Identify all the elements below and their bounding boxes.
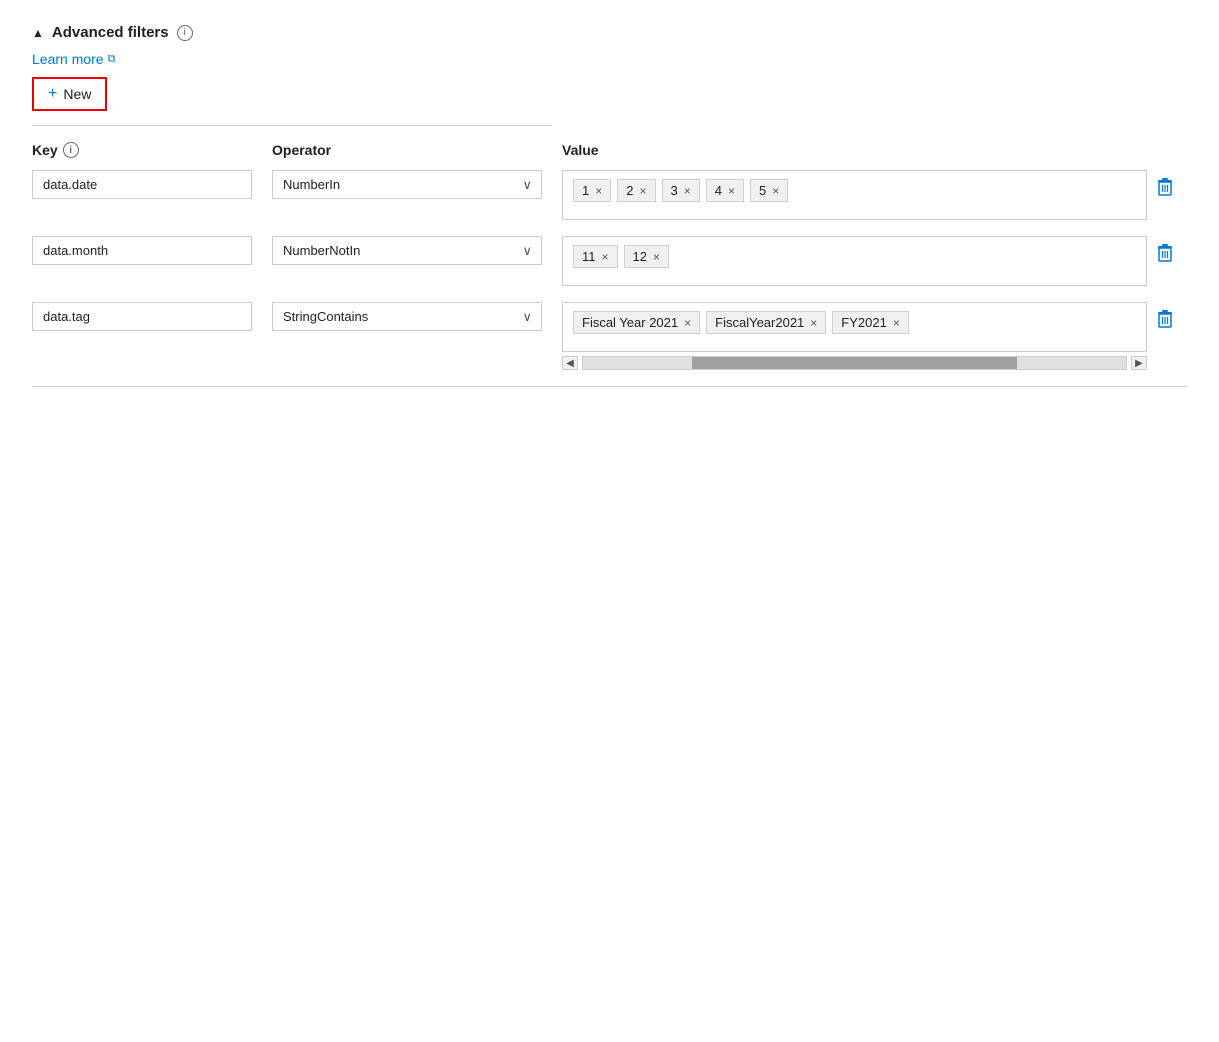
filter-key-col-1 <box>32 236 272 265</box>
value-tag-0-4: 5× <box>750 179 788 202</box>
value-tag-text-2-2: FY2021 <box>841 315 887 330</box>
delete-col-0 <box>1147 170 1187 203</box>
value-tag-close-1-1[interactable]: × <box>653 251 660 263</box>
filter-row-0: NumberInNumberNotInStringContainsStringN… <box>32 170 1187 220</box>
learn-more-label: Learn more <box>32 51 104 67</box>
filter-key-col-2 <box>32 302 272 331</box>
value-tag-1-1: 12 × <box>624 245 669 268</box>
key-header-label: Key <box>32 142 58 158</box>
filter-value-box-1: 11 × 12 × <box>562 236 1147 286</box>
learn-more-link[interactable]: Learn more ⧉ <box>32 51 115 67</box>
value-tag-0-1: 2× <box>617 179 655 202</box>
delete-filter-button-1[interactable] <box>1155 242 1175 269</box>
operator-column-header: Operator <box>272 142 562 158</box>
filter-operator-select-0[interactable]: NumberInNumberNotInStringContainsStringN… <box>272 170 542 199</box>
value-tag-close-2-0[interactable]: × <box>684 317 691 329</box>
value-tag-text-1-1: 12 <box>633 249 647 264</box>
value-tag-text-0-3: 4 <box>715 183 722 198</box>
scrollbar-row-2: ◀ ▶ <box>562 356 1147 370</box>
delete-col-2 <box>1147 302 1187 335</box>
filter-value-col-0: 1×2×3×4×5× <box>562 170 1147 220</box>
panel-title: Advanced filters <box>52 24 169 41</box>
filter-key-col-0 <box>32 170 272 199</box>
scrollbar-track[interactable] <box>582 356 1127 370</box>
filter-operator-select-2[interactable]: NumberInNumberNotInStringContainsStringN… <box>272 302 542 331</box>
value-tag-close-1-0[interactable]: × <box>602 251 609 263</box>
filter-key-input-2[interactable] <box>32 302 252 331</box>
filter-operator-col-0: NumberInNumberNotInStringContainsStringN… <box>272 170 562 199</box>
value-tag-close-0-2[interactable]: × <box>684 185 691 197</box>
value-tag-2-2: FY2021 × <box>832 311 909 334</box>
scroll-left-btn[interactable]: ◀ <box>562 356 578 370</box>
value-tag-1-0: 11 × <box>573 245 618 268</box>
filter-value-box-2: Fiscal Year 2021 × FiscalYear2021 × FY2021 × <box>562 302 1147 352</box>
value-tag-2-0: Fiscal Year 2021 × <box>573 311 700 334</box>
filter-key-input-0[interactable] <box>32 170 252 199</box>
info-icon[interactable]: i <box>177 25 193 41</box>
value-tag-text-0-4: 5 <box>759 183 766 198</box>
filter-operator-select-1[interactable]: NumberInNumberNotInStringContainsStringN… <box>272 236 542 265</box>
external-link-icon: ⧉ <box>108 53 116 66</box>
bottom-divider <box>32 386 1187 387</box>
filters-container: NumberInNumberNotInStringContainsStringN… <box>32 170 1187 370</box>
value-tag-0-0: 1× <box>573 179 611 202</box>
value-tag-text-0-0: 1 <box>582 183 589 198</box>
value-tag-0-2: 3× <box>662 179 700 202</box>
advanced-filters-header: ▲ Advanced filters i <box>32 24 1187 41</box>
filter-row-2: NumberInNumberNotInStringContainsStringN… <box>32 302 1187 370</box>
filter-value-box-0: 1×2×3×4×5× <box>562 170 1147 220</box>
learn-more-row: Learn more ⧉ <box>32 51 1187 67</box>
delete-filter-button-2[interactable] <box>1155 308 1175 335</box>
delete-col-1 <box>1147 236 1187 269</box>
key-info-icon[interactable]: i <box>63 142 79 158</box>
scrollbar-thumb <box>692 357 1018 369</box>
filter-value-col-2: Fiscal Year 2021×FiscalYear2021×FY2021× … <box>562 302 1147 370</box>
filter-key-input-1[interactable] <box>32 236 252 265</box>
value-column-header: Value <box>562 142 1147 158</box>
filter-value-col-1: 11 × 12 × <box>562 236 1147 286</box>
value-tag-close-0-0[interactable]: × <box>595 185 602 197</box>
value-tag-close-0-1[interactable]: × <box>639 185 646 197</box>
collapse-arrow-icon[interactable]: ▲ <box>32 26 44 40</box>
delete-filter-button-0[interactable] <box>1155 176 1175 203</box>
value-tag-text-0-2: 3 <box>671 183 678 198</box>
value-tag-text-2-0: Fiscal Year 2021 <box>582 315 678 330</box>
filter-row-1: NumberInNumberNotInStringContainsStringN… <box>32 236 1187 286</box>
value-tag-2-1: FiscalYear2021 × <box>706 311 826 334</box>
value-tag-text-0-1: 2 <box>626 183 633 198</box>
scroll-right-btn[interactable]: ▶ <box>1131 356 1147 370</box>
value-tag-close-0-4[interactable]: × <box>772 185 779 197</box>
filter-operator-col-1: NumberInNumberNotInStringContainsStringN… <box>272 236 562 265</box>
value-tag-close-2-1[interactable]: × <box>810 317 817 329</box>
value-tag-close-2-2[interactable]: × <box>893 317 900 329</box>
filter-operator-col-2: NumberInNumberNotInStringContainsStringN… <box>272 302 562 331</box>
new-button-label: New <box>63 86 91 102</box>
key-column-header: Key i <box>32 142 272 158</box>
header-divider <box>32 125 552 126</box>
value-tag-0-3: 4× <box>706 179 744 202</box>
column-headers: Key i Operator Value <box>32 142 1187 158</box>
new-filter-button[interactable]: + New <box>34 79 105 109</box>
value-tag-text-2-1: FiscalYear2021 <box>715 315 804 330</box>
value-tag-close-0-3[interactable]: × <box>728 185 735 197</box>
value-tag-text-1-0: 11 <box>582 249 596 264</box>
new-button-highlight: + New <box>32 77 107 111</box>
plus-icon: + <box>48 85 57 103</box>
